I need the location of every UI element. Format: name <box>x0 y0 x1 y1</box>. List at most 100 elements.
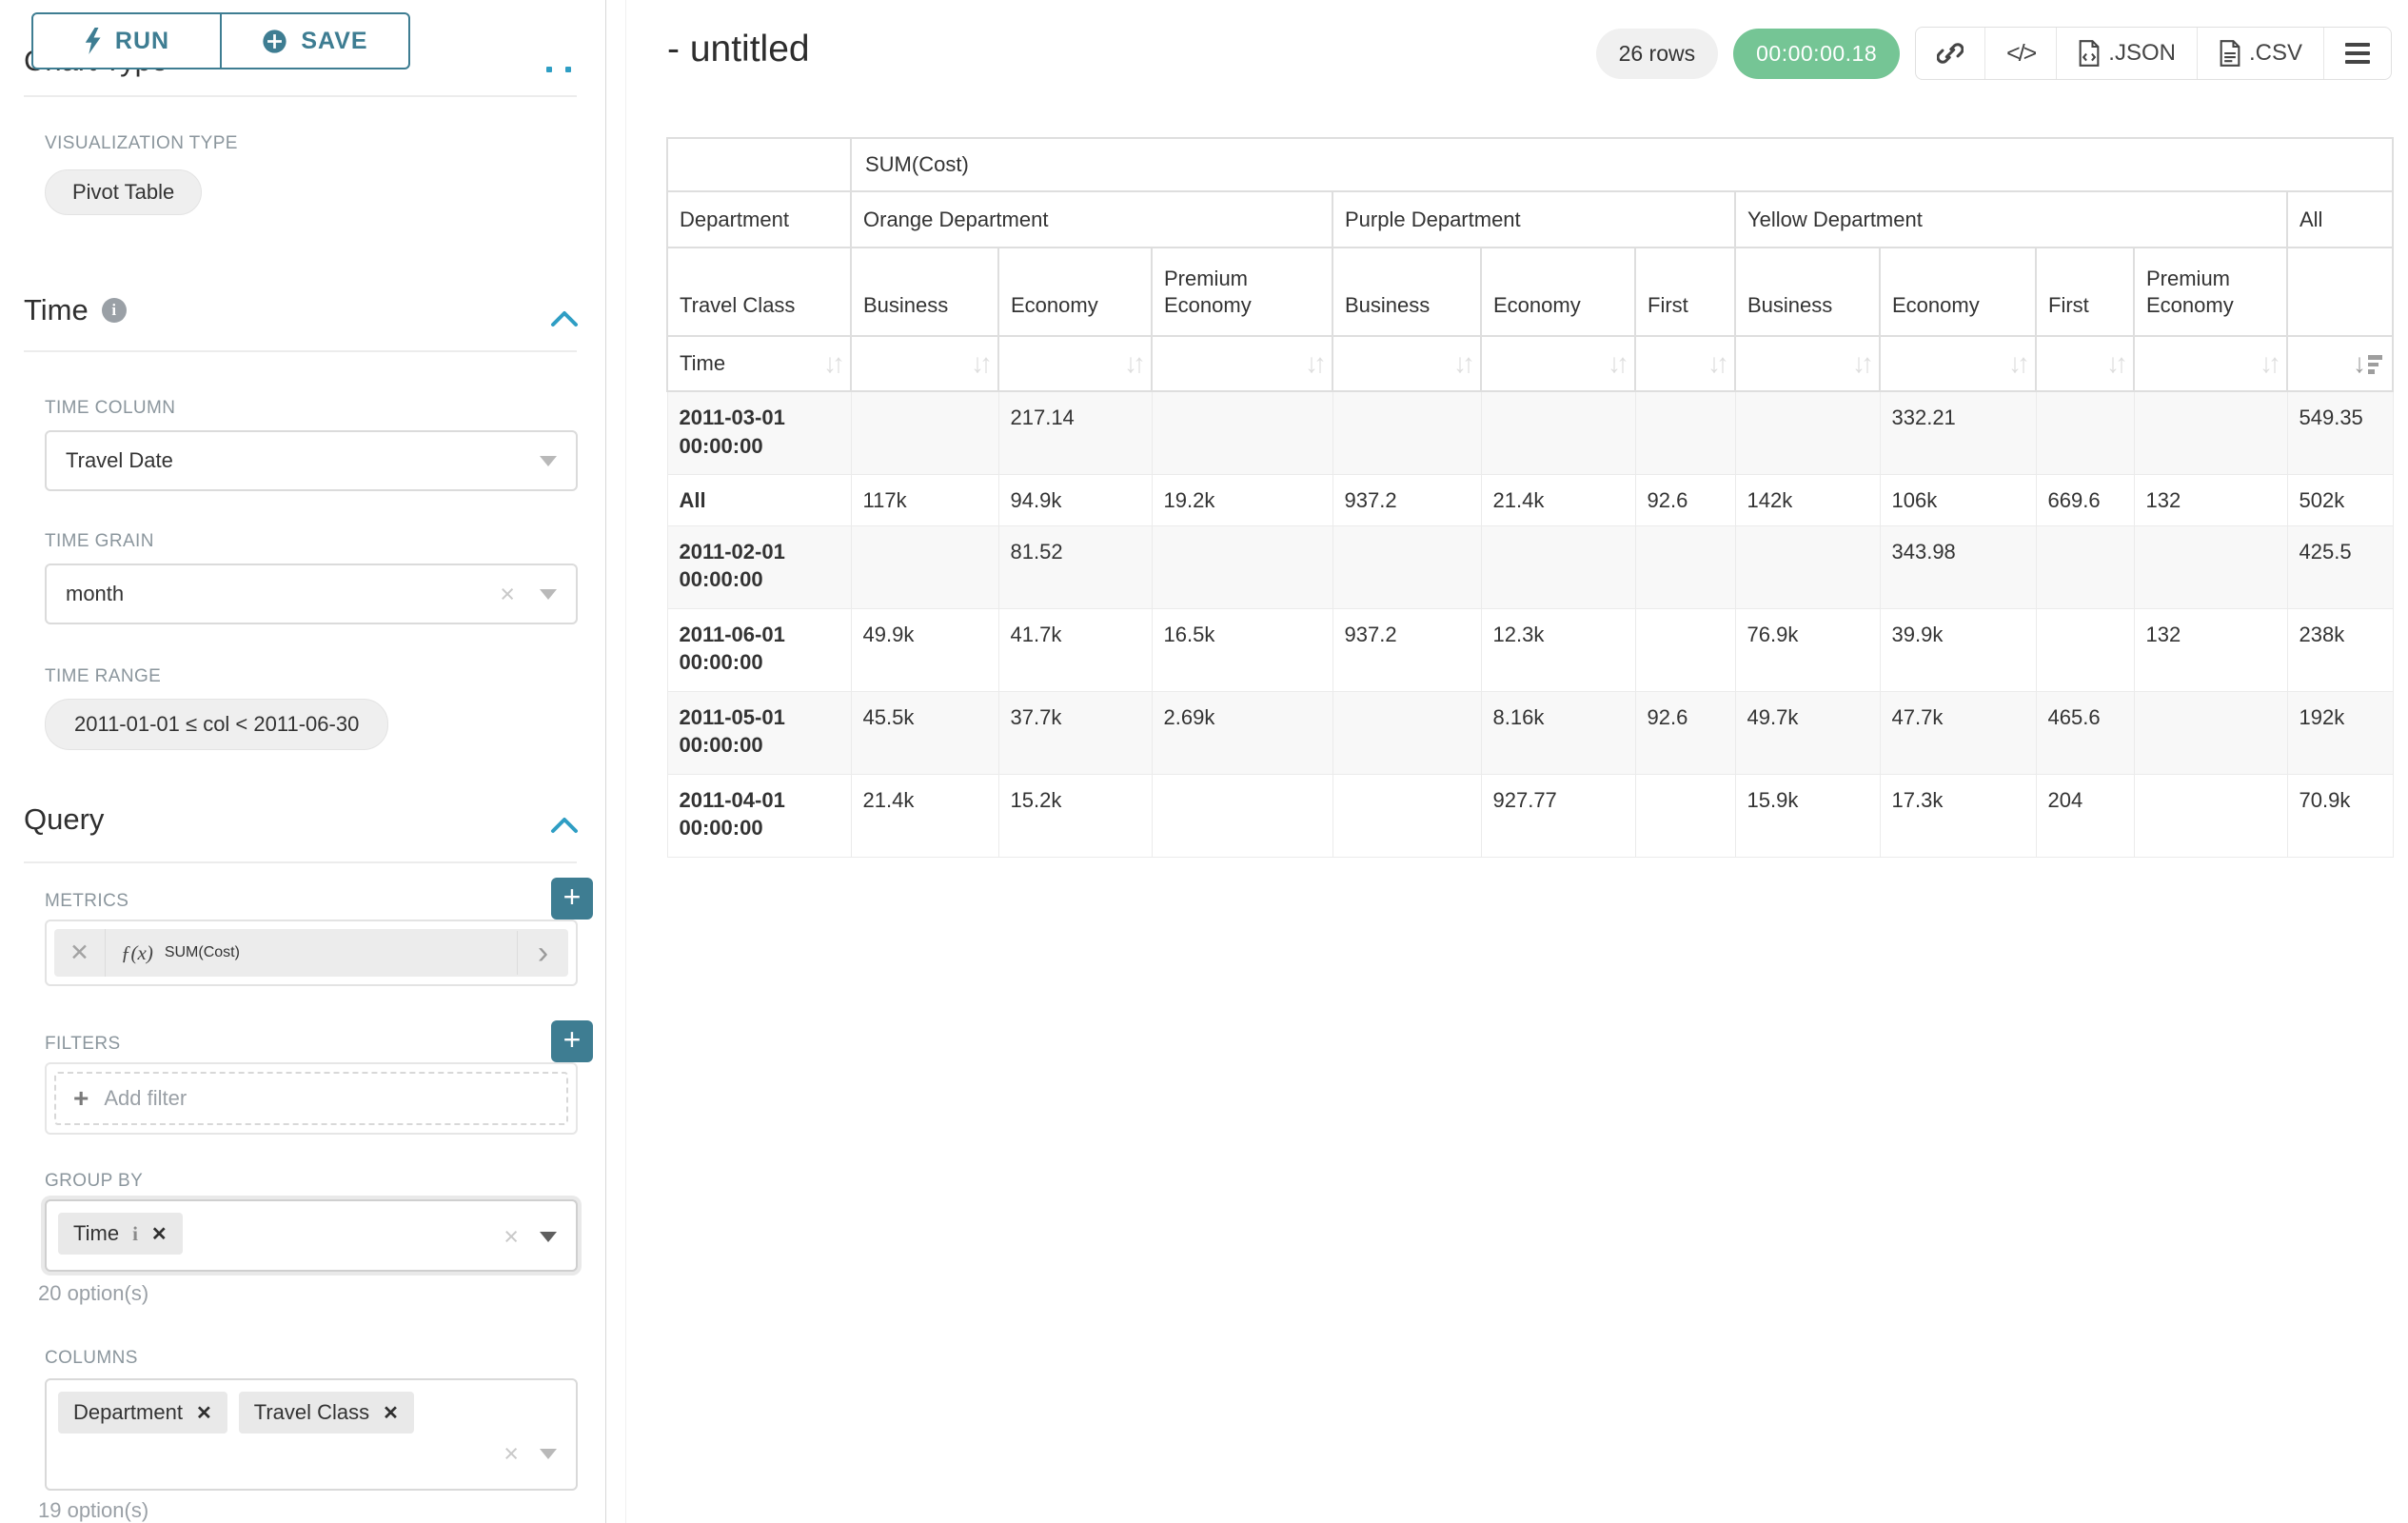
sort-icon[interactable]: ↓↑ <box>2106 348 2123 379</box>
time-range-pill[interactable]: 2011-01-01 ≤ col < 2011-06-30 <box>45 699 388 750</box>
columns-options-hint: 19 option(s) <box>38 1498 148 1523</box>
filters-label: FILTERS <box>45 1034 121 1055</box>
chip-label: Time <box>73 1221 119 1246</box>
sort-cell: ↓↑ <box>1892 348 2025 379</box>
pivot-cell <box>2134 391 2287 474</box>
caret-down-icon[interactable] <box>540 1449 557 1459</box>
clear-icon[interactable]: × <box>500 580 515 609</box>
export-csv-button[interactable]: .CSV <box>2198 28 2324 79</box>
sort-icon[interactable]: ↓↑ <box>2008 348 2025 379</box>
sort-cell: ↓↑ <box>1011 348 1141 379</box>
add-filter-button[interactable]: + Add filter <box>54 1072 568 1125</box>
filters-control: + Add filter <box>45 1062 578 1135</box>
pivot-row-label: 2011-03-01 00:00:00 <box>667 391 851 474</box>
embed-code-button[interactable]: </> <box>1985 28 2057 79</box>
clear-icon[interactable]: × <box>503 1439 519 1469</box>
columns-label: COLUMNS <box>45 1348 138 1369</box>
pivot-column-header: Economy <box>1481 247 1635 336</box>
chart-controls-panel: Chart Type RUN SAVE VISUALIZATION TYPE P… <box>0 0 606 1523</box>
pivot-cell: 19.2k <box>1152 474 1332 525</box>
sort-cell: ↓↑ <box>2146 348 2277 379</box>
pivot-group-header: Orange Department <box>851 191 1332 247</box>
pivot-data-row: 2011-04-01 00:00:0021.4k15.2k927.7715.9k… <box>667 774 2393 857</box>
file-csv-icon <box>2219 40 2241 67</box>
copy-link-button[interactable] <box>1916 28 1985 79</box>
pivot-column-header <box>2287 247 2393 336</box>
sort-cell: ↓↑ <box>1345 348 1470 379</box>
sort-icon[interactable]: ↓↑ <box>2260 348 2277 379</box>
sort-icon[interactable]: ↓↑ <box>1608 348 1625 379</box>
time-section-header[interactable]: Time i <box>24 293 127 327</box>
sort-icon[interactable]: ↓↑ <box>1707 348 1725 379</box>
add-filter-plus-button[interactable]: + <box>551 1020 593 1062</box>
add-metric-button[interactable]: + <box>551 878 593 920</box>
save-button[interactable]: SAVE <box>222 14 408 68</box>
visualization-type-pill[interactable]: Pivot Table <box>45 169 202 215</box>
pivot-sort-cell: ↓↑ <box>1635 336 1735 391</box>
chart-title[interactable]: - untitled <box>667 29 810 70</box>
pivot-cell <box>1481 391 1635 474</box>
sort-icon[interactable]: ↓↑ <box>823 348 840 379</box>
columns-chip-department[interactable]: Department ✕ <box>58 1392 227 1434</box>
sort-icon[interactable]: ↓↑ <box>1453 348 1470 379</box>
pivot-column-header: Economy <box>1880 247 2036 336</box>
pivot-cell: 937.2 <box>1332 474 1481 525</box>
run-button[interactable]: RUN <box>33 14 220 68</box>
sort-icon[interactable]: ↓↑ <box>1305 348 1322 379</box>
pivot-corner-time: Time ↓↑ <box>667 336 851 391</box>
menu-button[interactable] <box>2324 28 2391 79</box>
sort-icon[interactable]: ↓↑ <box>1124 348 1141 379</box>
export-json-button[interactable]: .JSON <box>2057 28 2198 79</box>
sort-icon[interactable]: ↓↑ <box>971 348 988 379</box>
chevron-up-icon[interactable] <box>550 310 579 327</box>
pivot-column-header: Business <box>851 247 998 336</box>
expand-metric-icon[interactable]: › <box>517 931 568 975</box>
pivot-cell <box>2134 774 2287 857</box>
panel-resize-handle[interactable] <box>546 67 571 72</box>
sort-icon[interactable]: ↓↑ <box>1852 348 1869 379</box>
metric-pill[interactable]: ✕ ƒ(x) SUM(Cost) › <box>54 929 568 977</box>
pivot-cell: 76.9k <box>1735 608 1880 691</box>
chip-remove-icon[interactable]: ✕ <box>151 1222 168 1246</box>
time-grain-label: TIME GRAIN <box>45 531 154 552</box>
pivot-cell: 8.16k <box>1481 691 1635 774</box>
pivot-cell <box>1735 391 1880 474</box>
time-row-label: Time <box>680 351 725 376</box>
chip-info-icon: i <box>132 1222 138 1246</box>
query-section-header[interactable]: Query <box>24 802 104 837</box>
pivot-cell <box>1635 774 1735 857</box>
pivot-row-label: 2011-02-01 00:00:00 <box>667 525 851 608</box>
panel-gutter[interactable] <box>607 0 626 1523</box>
save-button-label: SAVE <box>301 28 367 55</box>
caret-down-icon[interactable] <box>540 1232 557 1242</box>
time-column-select[interactable]: Travel Date <box>45 430 578 491</box>
pivot-cell: 81.52 <box>998 525 1152 608</box>
pivot-cell: 549.35 <box>2287 391 2393 474</box>
pivot-sort-cell: ↓↑ <box>1481 336 1635 391</box>
time-grain-select[interactable]: month × <box>45 564 578 624</box>
pivot-cell <box>1481 525 1635 608</box>
time-range-label: TIME RANGE <box>45 666 161 687</box>
pivot-column-header: First <box>1635 247 1735 336</box>
pivot-cell: 132 <box>2134 608 2287 691</box>
add-filter-label: Add filter <box>104 1086 187 1111</box>
columns-chip-travel-class[interactable]: Travel Class ✕ <box>239 1392 414 1434</box>
columns-select[interactable]: Department ✕ Travel Class ✕ × <box>45 1378 578 1491</box>
group-by-chip-time[interactable]: Time i ✕ <box>58 1213 183 1255</box>
chevron-up-icon[interactable] <box>550 817 579 834</box>
pivot-sort-cell: ↓↑ <box>851 336 998 391</box>
pivot-cell: 49.7k <box>1735 691 1880 774</box>
pivot-cell <box>2036 391 2134 474</box>
pivot-cell <box>2134 525 2287 608</box>
clear-icon[interactable]: × <box>503 1222 519 1252</box>
pivot-cell <box>2036 525 2134 608</box>
time-grain-value: month <box>66 582 500 606</box>
sort-desc-icon[interactable]: ↓ <box>2353 350 2382 377</box>
chip-remove-icon[interactable]: ✕ <box>383 1401 399 1425</box>
sort-cell: ↓↑ <box>1747 348 1869 379</box>
group-by-select[interactable]: Time i ✕ × <box>45 1199 578 1272</box>
pivot-sort-row: Time ↓↑ ↓↑ ↓↑ ↓↑ ↓↑ ↓↑ ↓↑ ↓↑ ↓↑ ↓↑ ↓↑ ↓ <box>667 336 2393 391</box>
pivot-cell: 669.6 <box>2036 474 2134 525</box>
chip-remove-icon[interactable]: ✕ <box>196 1401 212 1425</box>
remove-metric-icon[interactable]: ✕ <box>54 929 106 977</box>
